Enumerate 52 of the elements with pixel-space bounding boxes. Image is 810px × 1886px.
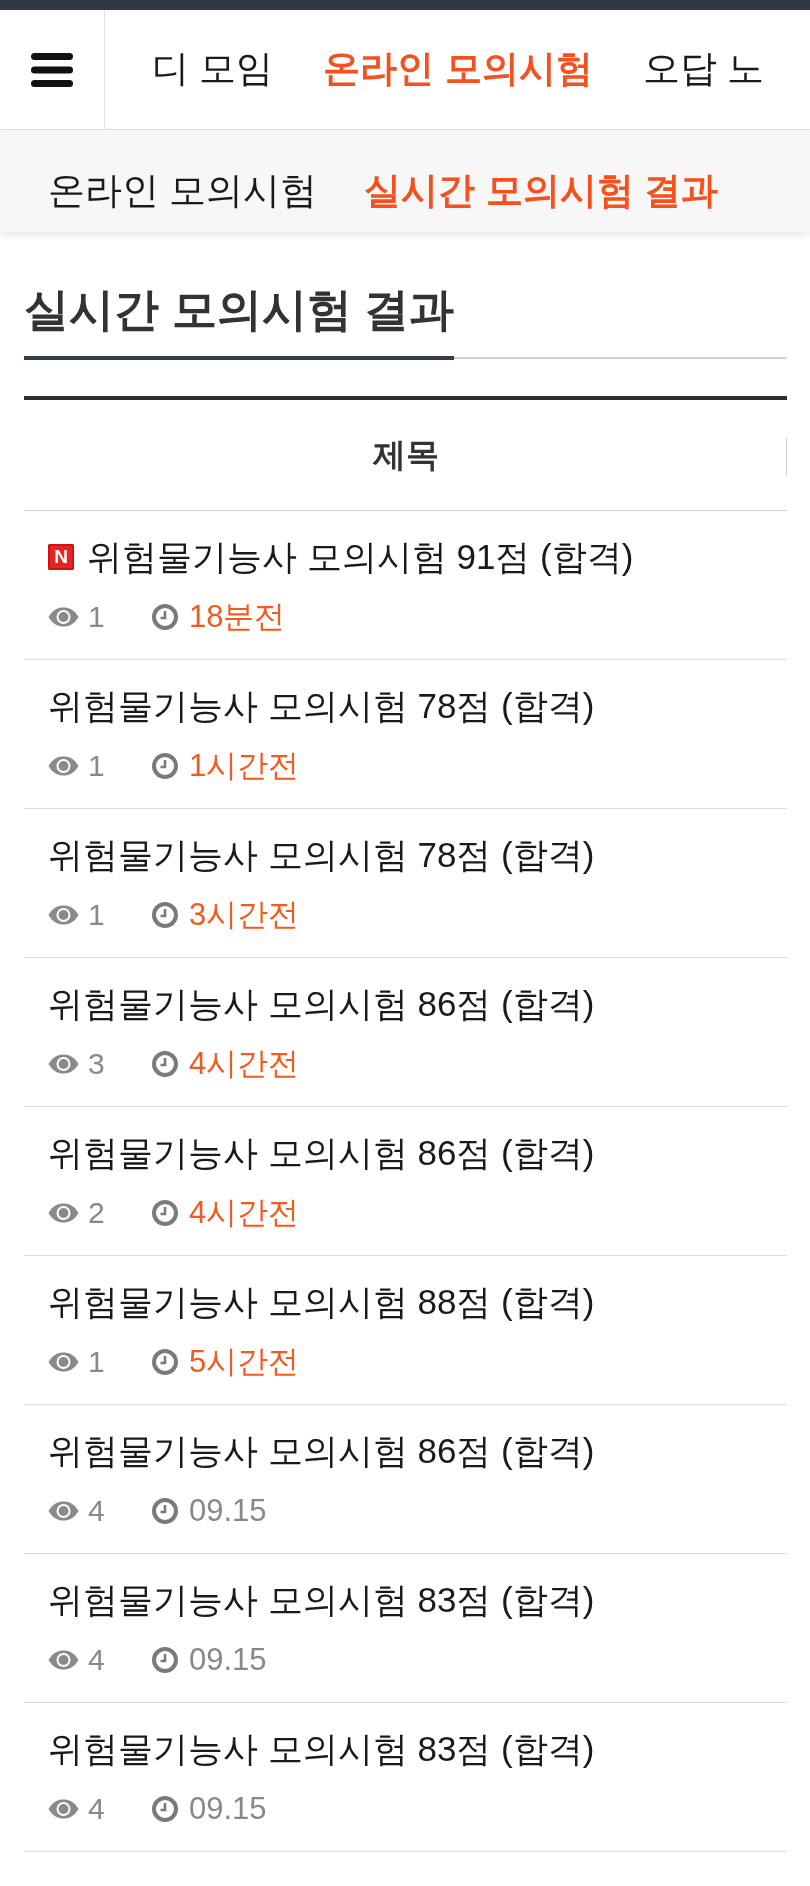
clock-icon — [152, 1647, 178, 1673]
post-time: 4시간전 — [189, 1045, 300, 1083]
clock-icon — [152, 604, 178, 630]
post-title-link[interactable]: 위험물기능사 모의시험 83점 (합격) — [48, 1578, 595, 1622]
clock-icon — [152, 1349, 178, 1375]
clock-icon — [152, 902, 178, 928]
page-title: 실시간 모의시험 결과 — [24, 282, 454, 360]
post-title-link[interactable]: 위험물기능사 모의시험 86점 (합격) — [48, 1429, 595, 1473]
post-title-link[interactable]: 위험물기능사 모의시험 78점 (합격) — [48, 684, 595, 728]
post-time: 09.15 — [189, 1492, 267, 1530]
column-header: 제목 — [372, 435, 439, 475]
eye-icon — [48, 1203, 79, 1223]
eye-icon — [48, 905, 79, 925]
clock-icon — [152, 1498, 178, 1524]
post-time: 1시간전 — [189, 747, 300, 785]
post-time: 09.15 — [189, 1790, 267, 1828]
eye-icon — [48, 607, 79, 627]
clock-icon — [152, 1796, 178, 1822]
eye-icon — [48, 1054, 79, 1074]
view-count: 4 — [88, 1642, 105, 1678]
post-title-link[interactable]: 위험물기능사 모의시험 83점 (합격) — [48, 1727, 595, 1771]
view-count: 2 — [88, 1195, 105, 1231]
post-title-link[interactable]: 위험물기능사 모의시험 91점 (합격) — [87, 535, 634, 579]
view-count: 4 — [88, 1493, 105, 1529]
view-count: 1 — [88, 1344, 105, 1380]
eye-icon — [48, 756, 79, 776]
eye-icon — [48, 1650, 79, 1670]
eye-icon — [48, 1352, 79, 1372]
view-count: 1 — [88, 599, 105, 635]
post-title-link[interactable]: 위험물기능사 모의시험 86점 (합격) — [48, 1131, 595, 1175]
sub-tab[interactable]: 온라인 모의시험 — [48, 168, 318, 214]
post-title-link[interactable]: 위험물기능사 모의시험 78점 (합격) — [48, 833, 595, 877]
clock-icon — [152, 1200, 178, 1226]
post-time: 09.15 — [189, 1641, 267, 1679]
post-time: 5시간전 — [189, 1343, 300, 1381]
clock-icon — [152, 753, 178, 779]
nav-tab[interactable]: 디 모임 — [152, 47, 274, 92]
clock-icon — [152, 1051, 178, 1077]
menu-icon — [31, 52, 73, 87]
view-count: 4 — [88, 1791, 105, 1827]
nav-tab[interactable]: 오답 노 — [642, 47, 764, 92]
post-time: 4시간전 — [189, 1194, 300, 1232]
post-time: 3시간전 — [189, 896, 300, 934]
new-badge: N — [48, 544, 74, 570]
post-title-link[interactable]: 위험물기능사 모의시험 86점 (합격) — [48, 982, 595, 1026]
eye-icon — [48, 1799, 79, 1819]
view-count: 3 — [88, 1046, 105, 1082]
post-time: 18분전 — [189, 598, 286, 636]
view-count: 1 — [88, 897, 105, 933]
post-title-link[interactable]: 위험물기능사 모의시험 88점 (합격) — [48, 1280, 595, 1324]
eye-icon — [48, 1501, 79, 1521]
view-count: 1 — [88, 748, 105, 784]
